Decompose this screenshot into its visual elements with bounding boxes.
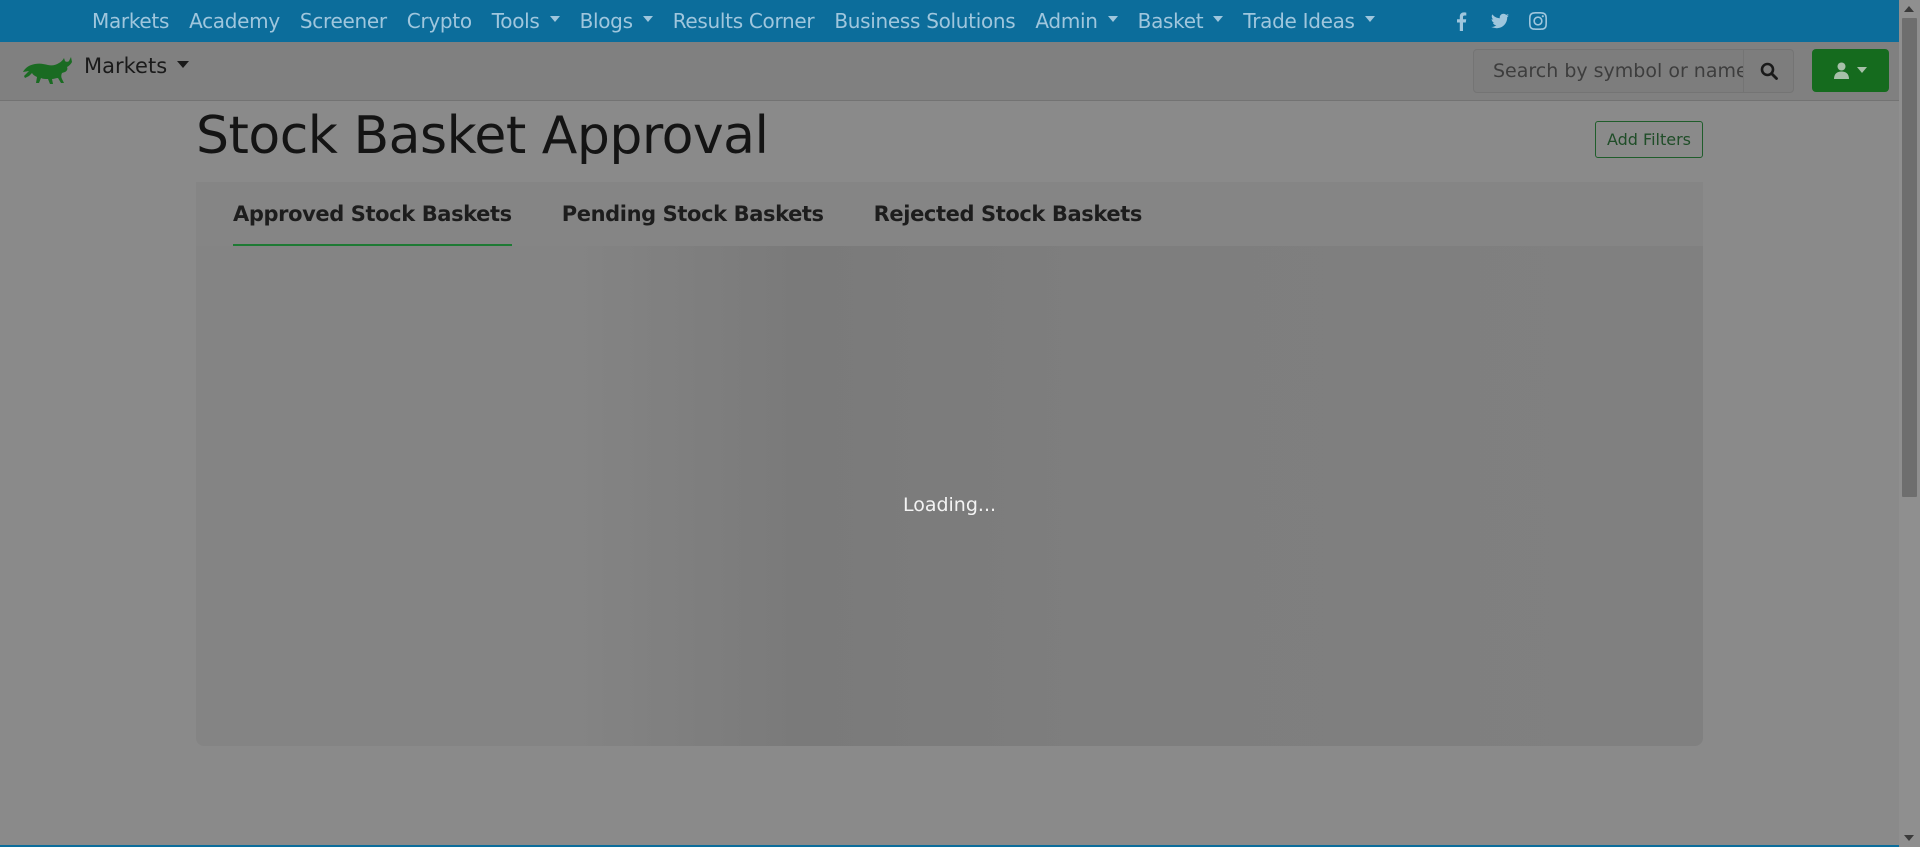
markets-dropdown[interactable]: Markets xyxy=(84,54,190,78)
nav-item-crypto[interactable]: Crypto xyxy=(397,9,482,33)
nav-item-label: Screener xyxy=(299,9,387,33)
nav-item-basket[interactable]: Basket xyxy=(1128,9,1234,33)
markets-dropdown-label: Markets xyxy=(84,54,168,78)
nav-item-label: Basket xyxy=(1137,9,1204,33)
scrollbar-thumb[interactable] xyxy=(1902,18,1917,497)
chevron-down-icon xyxy=(642,16,653,22)
nav-item-label: Blogs xyxy=(579,9,633,33)
nav-item-markets[interactable]: Markets xyxy=(82,9,179,33)
nav-item-label: Tools xyxy=(491,9,540,33)
page-scrollbar[interactable] xyxy=(1899,0,1920,847)
nav-item-trade-ideas[interactable]: Trade Ideas xyxy=(1233,9,1384,33)
facebook-icon[interactable] xyxy=(1453,11,1471,31)
nav-item-results-corner[interactable]: Results Corner xyxy=(663,9,825,33)
nav-item-label: Admin xyxy=(1035,9,1098,33)
social-links xyxy=(1453,11,1547,31)
twitter-icon[interactable] xyxy=(1490,11,1509,31)
user-icon xyxy=(1834,62,1849,79)
tab-pending-stock-baskets[interactable]: Pending Stock Baskets xyxy=(562,182,824,246)
scroll-down-arrow-icon[interactable] xyxy=(1904,835,1914,841)
chevron-down-icon xyxy=(1213,16,1224,22)
top-nav-menu: Markets Academy Screener Crypto Tools Blogs Re… xyxy=(82,9,1385,33)
search-icon xyxy=(1760,62,1778,80)
tab-rejected-stock-baskets[interactable]: Rejected Stock Baskets xyxy=(874,182,1143,246)
chevron-down-icon xyxy=(1857,66,1867,73)
search-box xyxy=(1473,49,1794,93)
nav-item-label: Trade Ideas xyxy=(1243,9,1355,33)
bull-logo-icon[interactable] xyxy=(20,52,76,88)
tab-content-panel: Loading... xyxy=(196,246,1703,746)
scroll-up-arrow-icon[interactable] xyxy=(1904,6,1914,12)
nav-item-academy[interactable]: Academy xyxy=(179,9,290,33)
top-navbar: Markets Academy Screener Crypto Tools Blogs Re… xyxy=(0,0,1899,42)
chevron-down-icon xyxy=(549,16,560,22)
nav-item-label: Business Solutions xyxy=(834,9,1016,33)
instagram-icon[interactable] xyxy=(1528,11,1547,31)
chevron-down-icon xyxy=(1364,16,1375,22)
search-input[interactable] xyxy=(1474,50,1744,92)
chevron-down-icon xyxy=(1107,16,1118,22)
loading-indicator: Loading... xyxy=(902,494,997,516)
nav-item-label: Academy xyxy=(189,9,280,33)
tab-approved-stock-baskets[interactable]: Approved Stock Baskets xyxy=(233,182,512,246)
nav-item-label: Results Corner xyxy=(672,9,815,33)
nav-item-label: Markets xyxy=(92,9,170,33)
chevron-down-icon xyxy=(177,60,190,68)
add-filters-button[interactable]: Add Filters xyxy=(1595,121,1703,158)
nav-item-business-solutions[interactable]: Business Solutions xyxy=(824,9,1025,33)
nav-item-label: Crypto xyxy=(406,9,472,33)
nav-item-screener[interactable]: Screener xyxy=(290,9,397,33)
nav-item-admin[interactable]: Admin xyxy=(1025,9,1127,33)
search-button[interactable] xyxy=(1743,50,1793,92)
basket-tabs: Approved Stock Baskets Pending Stock Bas… xyxy=(196,182,1703,246)
user-menu-button[interactable] xyxy=(1812,49,1889,92)
nav-item-blogs[interactable]: Blogs xyxy=(570,9,663,33)
nav-item-tools[interactable]: Tools xyxy=(482,9,570,33)
page-title: Stock Basket Approval xyxy=(196,106,769,166)
